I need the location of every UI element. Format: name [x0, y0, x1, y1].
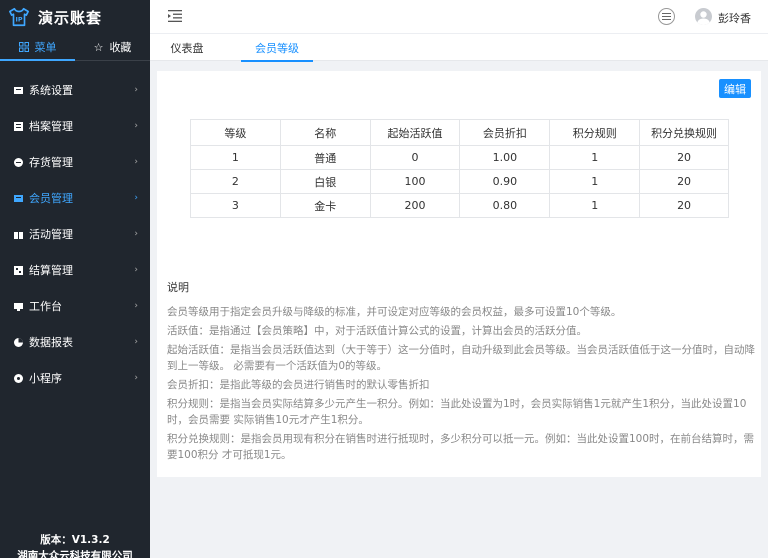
- table-cell: 2: [190, 169, 281, 194]
- username[interactable]: 彭玲香: [718, 10, 751, 26]
- member-icon: [14, 194, 23, 203]
- description-line: 积分规则：是指当会员实际结算多少元产生一积分。例如：当此处设置为1时，会员实际销…: [167, 398, 747, 426]
- brand[interactable]: IP 演示账套: [0, 0, 150, 34]
- sidebar-menu: 系统设置 › 档案管理 › 存货管理 › 会员管理 › 活动管理 › 结算管理 …: [0, 72, 150, 396]
- more-menu-icon[interactable]: [658, 8, 675, 25]
- sidebar-item-member[interactable]: 会员管理 ›: [0, 180, 150, 216]
- avatar[interactable]: [695, 8, 712, 25]
- table-row: 3 金卡 200 0.80 1 20: [190, 193, 729, 218]
- chevron-right-icon: ›: [134, 85, 138, 95]
- column-header: 积分兑换规则: [639, 119, 729, 146]
- settings-icon: [14, 86, 23, 95]
- settlement-icon: [14, 265, 23, 275]
- tab-dashboard[interactable]: 仪表盘: [150, 34, 224, 61]
- sidebar: IP 演示账套 菜单 ☆ 收藏 系统设置 › 档案管理 › 存货管理 › 会员管…: [0, 0, 150, 558]
- table-cell: 普通: [279, 145, 371, 170]
- chevron-right-icon: ›: [134, 265, 138, 275]
- sidebar-item-archive[interactable]: 档案管理 ›: [0, 108, 150, 144]
- sidebar-tab-menu[interactable]: 菜单: [0, 34, 75, 61]
- chevron-right-icon: ›: [134, 301, 138, 311]
- chevron-right-icon: ›: [134, 157, 138, 167]
- sidebar-tab-label: 菜单: [34, 41, 57, 54]
- description-line: 会员折扣：是指此等级的会员进行销售时的默认零售折扣: [167, 379, 430, 391]
- table-cell: 金卡: [279, 193, 371, 218]
- table-cell: 0.90: [459, 169, 551, 194]
- table-cell: 0: [369, 145, 461, 170]
- sidebar-item-label: 档案管理: [29, 120, 73, 133]
- svg-text:IP: IP: [15, 16, 22, 24]
- table-row: 1 普通 0 1.00 1 20: [190, 145, 729, 170]
- sidebar-item-reports[interactable]: 数据报表 ›: [0, 324, 150, 360]
- gift-icon: [14, 230, 23, 239]
- grid-icon: [18, 42, 29, 52]
- table-cell: 1: [549, 169, 641, 194]
- chevron-right-icon: ›: [134, 121, 138, 131]
- company-name: 湖南大众云科技有限公司: [17, 550, 133, 558]
- column-header: 名称: [279, 119, 371, 146]
- sidebar-item-label: 小程序: [29, 372, 62, 385]
- table-row: 2 白银 100 0.90 1 20: [190, 169, 729, 194]
- description-line: 起始活跃值：是指当会员活跃值达到（大于等于）这一分值时，自动升级到此会员等级。当…: [167, 344, 755, 372]
- description-line: 会员等级用于指定会员升级与降级的标准，并可设定对应等级的会员权益，最多可设置10…: [167, 306, 622, 318]
- chevron-right-icon: ›: [134, 373, 138, 383]
- sidebar-item-activity[interactable]: 活动管理 ›: [0, 216, 150, 252]
- inventory-icon: [14, 157, 23, 167]
- table-cell: 100: [369, 169, 461, 194]
- table-cell: 白银: [279, 169, 371, 194]
- table-cell: 1: [549, 145, 641, 170]
- sidebar-item-workbench[interactable]: 工作台 ›: [0, 288, 150, 324]
- tshirt-logo-icon: IP: [9, 7, 29, 27]
- workbench-icon: [14, 302, 23, 311]
- edit-button[interactable]: 编辑: [719, 79, 751, 98]
- description-line: 积分兑换规则：是指会员用现有积分在销售时进行抵现时，多少积分可以抵一元。例如：当…: [167, 433, 755, 461]
- table-header-row: 等级 名称 起始活跃值 会员折扣 积分规则 积分兑换规则: [190, 119, 729, 146]
- sidebar-item-label: 结算管理: [29, 264, 73, 277]
- chevron-right-icon: ›: [134, 193, 138, 203]
- table-cell: 1.00: [459, 145, 551, 170]
- column-header: 起始活跃值: [369, 119, 461, 146]
- description-line: 活跃值：是指通过【会员策略】中，对于活跃值计算公式的设置，计算出会员的活跃分值。: [167, 325, 587, 337]
- column-header: 积分规则: [549, 119, 641, 146]
- sidebar-item-system-settings[interactable]: 系统设置 ›: [0, 72, 150, 108]
- sidebar-item-inventory[interactable]: 存货管理 ›: [0, 144, 150, 180]
- table-cell: 0.80: [459, 193, 551, 218]
- description-section: 说明 会员等级用于指定会员升级与降级的标准，并可设定对应等级的会员权益，最多可设…: [167, 279, 755, 466]
- menu-fold-icon[interactable]: [168, 10, 182, 22]
- sidebar-item-label: 活动管理: [29, 228, 73, 241]
- sidebar-item-label: 存货管理: [29, 156, 73, 169]
- sidebar-tab-favorites[interactable]: ☆ 收藏: [75, 34, 150, 60]
- column-header: 会员折扣: [459, 119, 551, 146]
- sidebar-item-label: 系统设置: [29, 84, 73, 97]
- sidebar-item-miniapp[interactable]: 小程序 ›: [0, 360, 150, 396]
- table-cell: 20: [639, 169, 729, 194]
- sidebar-item-label: 工作台: [29, 300, 62, 313]
- content-panel: 编辑 等级 名称 起始活跃值 会员折扣 积分规则 积分兑换规则 1 普通 0 1…: [157, 71, 761, 477]
- miniapp-icon: [14, 373, 23, 383]
- column-header: 等级: [190, 119, 281, 146]
- table-cell: 20: [639, 193, 729, 218]
- sidebar-tab-label: 收藏: [109, 41, 132, 54]
- tab-member-level[interactable]: 会员等级: [241, 34, 313, 62]
- sidebar-tabs: 菜单 ☆ 收藏: [0, 34, 150, 61]
- report-icon: [14, 337, 23, 347]
- chevron-right-icon: ›: [134, 229, 138, 239]
- table-cell: 200: [369, 193, 461, 218]
- member-level-table: 等级 名称 起始活跃值 会员折扣 积分规则 积分兑换规则 1 普通 0 1.00…: [190, 119, 729, 218]
- table-cell: 3: [190, 193, 281, 218]
- topbar: 彭玲香: [150, 0, 768, 34]
- version-text: 版本：V1.3.2: [40, 534, 110, 546]
- table-cell: 1: [190, 145, 281, 170]
- table-cell: 20: [639, 145, 729, 170]
- page-tabs: 仪表盘 会员等级: [150, 34, 768, 62]
- table-cell: 1: [549, 193, 641, 218]
- sidebar-item-label: 会员管理: [29, 192, 73, 205]
- sidebar-item-label: 数据报表: [29, 336, 73, 349]
- chevron-right-icon: ›: [134, 337, 138, 347]
- star-icon: ☆: [93, 40, 104, 54]
- sidebar-item-settlement[interactable]: 结算管理 ›: [0, 252, 150, 288]
- archive-icon: [14, 121, 23, 131]
- brand-name: 演示账套: [38, 8, 103, 27]
- description-title: 说明: [167, 281, 189, 294]
